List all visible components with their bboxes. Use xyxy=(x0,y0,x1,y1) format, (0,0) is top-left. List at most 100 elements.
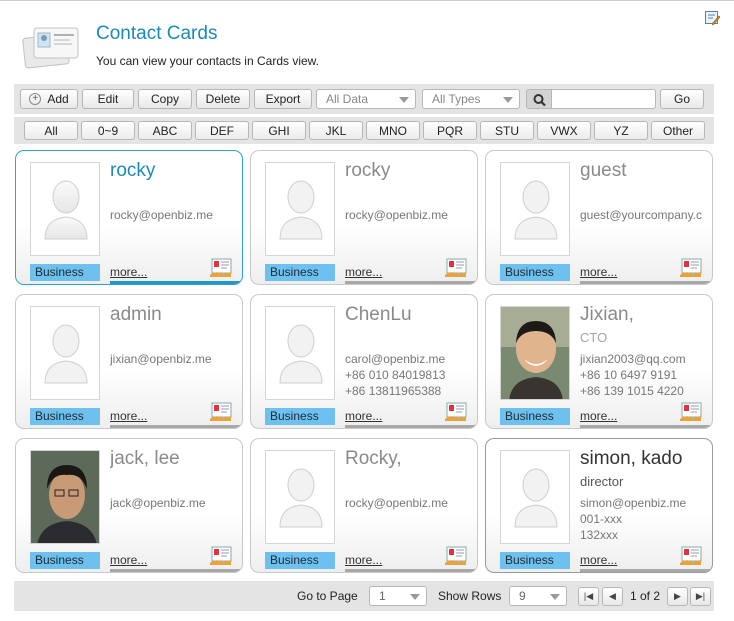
contact-name: jack, lee xyxy=(110,448,180,469)
contact-card[interactable]: jack, lee jack@openbiz.me Business more.… xyxy=(15,438,243,573)
alpha-filter-all[interactable]: All xyxy=(24,121,78,140)
contact-name: simon, kado xyxy=(580,448,683,469)
show-rows-label: Show Rows xyxy=(438,589,502,603)
contact-name: Rocky, xyxy=(345,448,402,469)
avatar-placeholder xyxy=(265,450,335,544)
go-button[interactable]: Go xyxy=(660,89,704,109)
data-filter-select[interactable]: All Data xyxy=(316,89,416,109)
chevron-down-icon xyxy=(399,97,409,103)
add-button[interactable]: + Add xyxy=(20,89,78,109)
contact-mobile: +86 13811965388 xyxy=(345,384,442,398)
first-page-icon: |◀ xyxy=(583,591,594,601)
contact-phone: +86 10 6497 9191 xyxy=(580,368,678,382)
contact-mobile: +86 139 1015 4220 xyxy=(580,384,684,398)
vcard-icon[interactable] xyxy=(209,546,233,566)
category-badge: Business xyxy=(265,408,335,425)
alpha-filter-vwx[interactable]: VWX xyxy=(537,121,591,140)
plus-icon: + xyxy=(29,93,42,105)
contact-email: guest@yourcompany.c xyxy=(580,208,703,222)
alpha-filter-abc[interactable]: ABC xyxy=(138,121,192,140)
contact-email: jixian2003@qq.com xyxy=(580,352,686,366)
vcard-icon[interactable] xyxy=(679,402,703,422)
rows-select[interactable]: 9 xyxy=(509,586,567,606)
rows-select-value: 9 xyxy=(519,589,526,603)
alpha-filter-other[interactable]: Other xyxy=(651,121,705,140)
vcard-icon[interactable] xyxy=(209,258,233,278)
alpha-filter-jkl[interactable]: JKL xyxy=(309,121,363,140)
category-badge: Business xyxy=(30,408,100,425)
toolbar: + Add Edit Copy Delete Export All Data A… xyxy=(14,84,714,114)
card-footer-bar xyxy=(345,281,477,284)
more-link[interactable]: more... xyxy=(110,553,147,567)
search-input[interactable] xyxy=(551,89,656,109)
contact-phone: 001-xxx xyxy=(580,512,623,526)
edit-button[interactable]: Edit xyxy=(82,89,134,109)
delete-button[interactable]: Delete xyxy=(196,89,250,109)
more-link[interactable]: more... xyxy=(110,409,147,423)
contact-card[interactable]: Jixian, CTO jixian2003@qq.com +86 10 649… xyxy=(485,294,713,429)
card-footer-bar xyxy=(345,569,477,572)
export-button[interactable]: Export xyxy=(254,89,312,109)
category-badge: Business xyxy=(500,552,570,569)
alpha-filter-0-9[interactable]: 0~9 xyxy=(81,121,135,140)
add-label: Add xyxy=(47,92,69,106)
first-page-button[interactable]: |◀ xyxy=(578,587,599,606)
type-filter-select[interactable]: All Types xyxy=(422,89,520,109)
alpha-filter-mno[interactable]: MNO xyxy=(366,121,420,140)
prev-page-button[interactable]: ◀ xyxy=(602,587,623,606)
card-footer-bar xyxy=(580,281,712,284)
page-info: 1 of 2 xyxy=(630,589,661,603)
alpha-filter-stu[interactable]: STU xyxy=(480,121,534,140)
vcard-icon[interactable] xyxy=(679,258,703,278)
copy-button[interactable]: Copy xyxy=(138,89,192,109)
contact-title: CTO xyxy=(580,330,608,345)
alphabet-filter-bar: All 0~9 ABC DEF GHI JKL MNO PQR STU VWX … xyxy=(14,117,714,144)
contact-phone: +86 010 84019813 xyxy=(345,368,446,382)
more-link[interactable]: more... xyxy=(580,409,617,423)
pagination-bar: Go to Page 1 Show Rows 9 |◀ ◀ 1 of 2 ▶ ▶… xyxy=(14,581,714,611)
alpha-filter-def[interactable]: DEF xyxy=(195,121,249,140)
search-icon xyxy=(533,94,546,107)
category-badge: Business xyxy=(265,552,335,569)
next-page-button[interactable]: ▶ xyxy=(667,587,688,606)
more-link[interactable]: more... xyxy=(580,265,617,279)
alpha-filter-ghi[interactable]: GHI xyxy=(252,121,306,140)
contact-card[interactable]: simon, kado director simon@openbiz.me 00… xyxy=(485,438,713,573)
more-link[interactable]: more... xyxy=(110,265,147,279)
avatar-placeholder xyxy=(265,306,335,400)
contact-card[interactable]: rocky rocky@openbiz.me Business more... xyxy=(250,150,478,285)
last-page-button[interactable]: ▶| xyxy=(690,587,711,606)
contact-email: simon@openbiz.me xyxy=(580,496,687,510)
contact-card[interactable]: ChenLu carol@openbiz.me +86 010 84019813… xyxy=(250,294,478,429)
category-badge: Business xyxy=(500,408,570,425)
chevron-down-icon xyxy=(410,594,420,600)
more-link[interactable]: more... xyxy=(345,553,382,567)
contact-email: carol@openbiz.me xyxy=(345,352,446,366)
contact-name: guest xyxy=(580,160,627,181)
contact-card[interactable]: Rocky, rocky@openbiz.me Business more... xyxy=(250,438,478,573)
vcard-icon[interactable] xyxy=(444,402,468,422)
more-link[interactable]: more... xyxy=(345,409,382,423)
avatar-placeholder xyxy=(500,162,570,256)
more-link[interactable]: more... xyxy=(345,265,382,279)
contact-name: rocky xyxy=(110,160,156,181)
alpha-filter-yz[interactable]: YZ xyxy=(594,121,648,140)
vcard-icon[interactable] xyxy=(444,546,468,566)
vcard-icon[interactable] xyxy=(209,402,233,422)
more-link[interactable]: more... xyxy=(580,553,617,567)
contact-card[interactable]: admin jixian@openbiz.me Business more... xyxy=(15,294,243,429)
contact-card[interactable]: guest guest@yourcompany.c Business more.… xyxy=(485,150,713,285)
card-footer-bar xyxy=(345,425,477,428)
vcard-icon[interactable] xyxy=(444,258,468,278)
contact-card[interactable]: rocky rocky@openbiz.me Business more... xyxy=(15,150,243,285)
alpha-filter-pqr[interactable]: PQR xyxy=(423,121,477,140)
vcard-icon[interactable] xyxy=(679,546,703,566)
search-button[interactable] xyxy=(526,89,552,109)
contact-name: admin xyxy=(110,304,162,325)
category-badge: Business xyxy=(500,264,570,281)
contact-title: director xyxy=(580,474,624,489)
contact-name: rocky xyxy=(345,160,391,181)
category-badge: Business xyxy=(30,552,100,569)
page-select[interactable]: 1 xyxy=(369,586,427,606)
edit-note-icon[interactable] xyxy=(704,10,720,26)
